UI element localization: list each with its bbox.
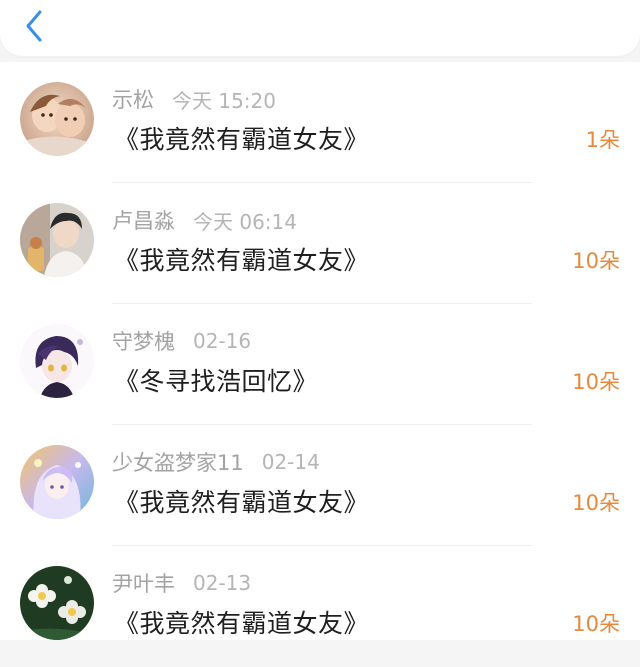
flower-count: 10朵 [572, 612, 620, 636]
book-title: 《我竟然有霸道女友》 [114, 246, 370, 275]
timestamp: 今天 15:20 [172, 88, 276, 113]
flower-count: 10朵 [572, 370, 620, 394]
list-item[interactable]: 尹叶丰 02-13 《我竟然有霸道女友》 10朵 [0, 546, 640, 667]
book-title: 《冬寻找浩回忆》 [114, 367, 319, 396]
list-item[interactable]: 示松 今天 15:20 《我竟然有霸道女友》 1朵 [0, 62, 640, 183]
user-name: 示松 [112, 88, 154, 112]
user-name: 卢昌淼 [112, 209, 175, 233]
flower-count: 1朵 [585, 128, 620, 152]
list-item[interactable]: 守梦槐 02-16 《冬寻找浩回忆》 10朵 [0, 304, 640, 425]
record-meta: 少女盗梦家11 02-14 [112, 447, 320, 477]
top-bar [0, 0, 640, 56]
timestamp: 02-16 [193, 329, 252, 353]
user-name: 少女盗梦家11 [112, 451, 244, 475]
book-title: 《我竟然有霸道女友》 [114, 125, 370, 154]
avatar-anime-girl [20, 445, 94, 519]
gift-record-list: 示松 今天 15:20 《我竟然有霸道女友》 1朵 卢昌淼 今天 06:14 《… [0, 62, 640, 640]
timestamp: 02-13 [193, 571, 252, 595]
timestamp: 02-14 [261, 450, 320, 474]
record-meta: 示松 今天 15:20 [112, 84, 276, 114]
book-title: 《我竟然有霸道女友》 [114, 488, 370, 517]
avatar-anime-character [20, 324, 94, 398]
list-item[interactable]: 卢昌淼 今天 06:14 《我竟然有霸道女友》 10朵 [0, 183, 640, 304]
record-meta: 卢昌淼 今天 06:14 [112, 205, 297, 235]
list-item[interactable]: 少女盗梦家11 02-14 《我竟然有霸道女友》 10朵 [0, 425, 640, 546]
avatar-white-flowers [20, 566, 94, 640]
book-title: 《我竟然有霸道女友》 [114, 609, 370, 638]
avatar-children-photo [20, 82, 94, 156]
user-name: 尹叶丰 [112, 572, 175, 596]
flower-count: 10朵 [572, 249, 620, 273]
user-name: 守梦槐 [112, 330, 175, 354]
chevron-left-icon[interactable] [20, 6, 50, 46]
avatar-boy-photo [20, 203, 94, 277]
timestamp: 今天 06:14 [193, 209, 297, 234]
flower-count: 10朵 [572, 491, 620, 515]
record-meta: 尹叶丰 02-13 [112, 568, 251, 598]
record-meta: 守梦槐 02-16 [112, 326, 251, 356]
